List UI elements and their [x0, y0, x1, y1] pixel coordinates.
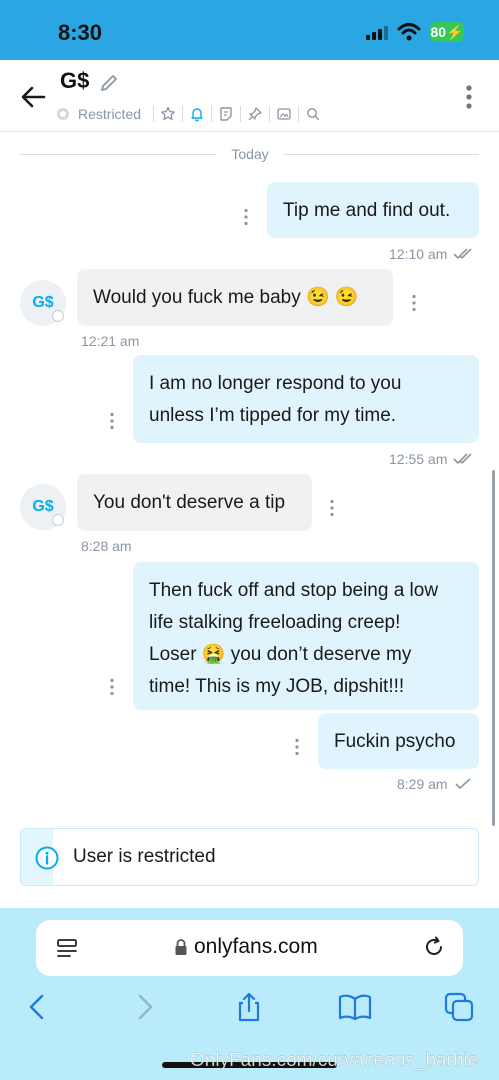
message-time: 12:21 am: [81, 333, 140, 349]
message-meta: 12:21 am: [81, 333, 139, 349]
restricted-notice: User is restricted: [20, 828, 479, 886]
message-text-line: Loser 🤮 you don’t deserve my: [149, 644, 412, 665]
message-options-icon[interactable]: [411, 294, 417, 312]
message-text: Fuckin psycho: [334, 731, 456, 752]
message-time: 8:28 am: [81, 538, 132, 554]
message-text: Tip me and find out.: [283, 200, 451, 221]
single-check-icon: [455, 778, 471, 790]
sticker-icon[interactable]: [218, 106, 234, 122]
avatar-initials: G$: [32, 294, 54, 311]
message-text-line: Then fuck off and stop being a low: [149, 580, 439, 601]
message-text: Would you fuck me baby 😉 😉: [93, 287, 359, 308]
message-options-icon[interactable]: [109, 412, 115, 430]
outgoing-message[interactable]: Tip me and find out.: [267, 182, 479, 238]
double-check-icon: [453, 248, 472, 260]
message-text-line: time! This is my JOB, dipshit!!!: [149, 676, 405, 697]
battery-icon: 80⚡: [430, 22, 464, 42]
tabs-icon[interactable]: [444, 992, 474, 1022]
forward-icon[interactable]: [130, 992, 160, 1022]
bookmarks-icon[interactable]: [338, 992, 372, 1022]
watermark: OnlyFans.com/curvaceous_barbie: [190, 1050, 479, 1071]
status-bar: 8:30 80⚡: [0, 0, 499, 60]
message-meta: 8:29 am: [397, 776, 472, 792]
cellular-signal-icon: [366, 26, 390, 40]
restricted-status-icon: [57, 108, 69, 120]
message-text-line: life stalking freeloading creep!: [149, 612, 401, 633]
avatar-status-icon: [52, 310, 64, 322]
avatar[interactable]: G$: [20, 280, 66, 326]
chat-toolbar: Restricted: [56, 102, 321, 126]
avatar-initials: G$: [32, 498, 54, 515]
message-options-icon[interactable]: [109, 678, 115, 696]
message-meta: 8:28 am: [81, 538, 132, 554]
message-text: You don't deserve a tip: [93, 492, 286, 513]
message-options-icon[interactable]: [294, 738, 300, 756]
chat-name[interactable]: G$: [60, 68, 89, 94]
star-icon[interactable]: [160, 106, 176, 122]
pencil-icon[interactable]: [98, 72, 120, 94]
message-time: 12:55 am: [389, 451, 448, 467]
info-icon: [35, 846, 59, 870]
incoming-message[interactable]: Would you fuck me baby 😉 😉: [77, 269, 393, 326]
outgoing-message[interactable]: Then fuck off and stop being a low life …: [133, 562, 479, 710]
message-text-line: I am no longer respond to you: [149, 373, 402, 394]
day-divider: Today: [20, 146, 479, 162]
back-arrow-icon[interactable]: [18, 82, 48, 112]
message-text-line: unless I’m tipped for my time.: [149, 405, 397, 426]
outgoing-message[interactable]: Fuckin psycho: [318, 713, 479, 769]
message-time: 8:29 am: [397, 776, 448, 792]
message-time: 12:10 am: [389, 246, 448, 262]
avatar-status-icon: [52, 514, 64, 526]
lock-icon: [175, 939, 187, 955]
reload-icon[interactable]: [422, 935, 446, 959]
chat-header: G$ Restricted: [0, 60, 499, 132]
url-text: onlyfans.com: [194, 935, 318, 958]
day-divider-label: Today: [231, 146, 269, 162]
back-icon[interactable]: [22, 992, 52, 1022]
more-vertical-icon[interactable]: [462, 84, 476, 110]
search-icon[interactable]: [305, 106, 321, 122]
message-options-icon[interactable]: [243, 208, 249, 226]
share-icon[interactable]: [234, 992, 264, 1022]
bell-icon[interactable]: [189, 106, 205, 122]
message-meta: 12:55 am: [389, 451, 477, 467]
address-bar[interactable]: onlyfans.com: [36, 920, 463, 976]
image-icon[interactable]: [276, 106, 292, 122]
tabs-menu-icon[interactable]: [56, 937, 78, 959]
message-meta: 12:10 am: [389, 246, 477, 262]
scrollbar[interactable]: [492, 470, 495, 826]
wifi-icon: [397, 23, 421, 41]
restricted-notice-text: User is restricted: [73, 846, 216, 867]
incoming-message[interactable]: You don't deserve a tip: [77, 474, 312, 531]
pin-icon[interactable]: [247, 106, 263, 122]
status-time: 8:30: [58, 20, 103, 45]
message-options-icon[interactable]: [329, 499, 335, 517]
outgoing-message[interactable]: I am no longer respond to you unless I’m…: [133, 355, 479, 443]
double-check-icon: [453, 453, 472, 465]
avatar[interactable]: G$: [20, 484, 66, 530]
restricted-label: Restricted: [78, 106, 142, 122]
battery-level: 80: [430, 24, 447, 40]
